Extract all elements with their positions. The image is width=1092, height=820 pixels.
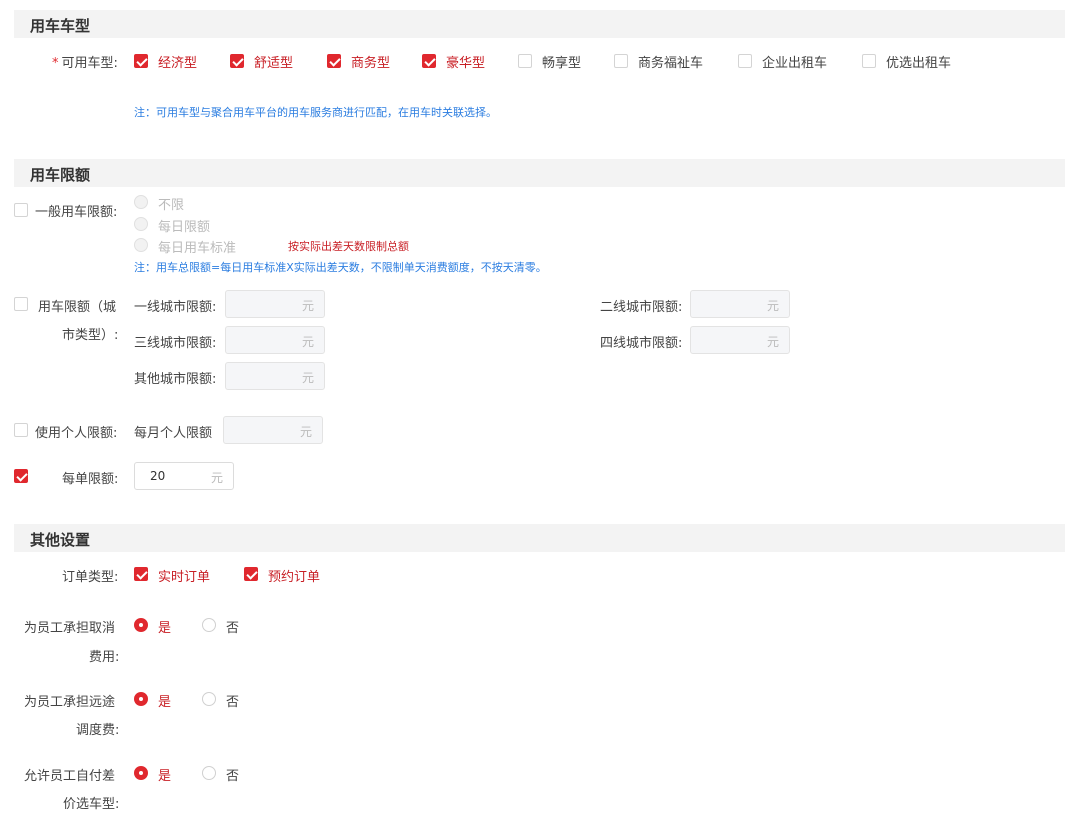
checkbox-comfort[interactable] [230,54,244,68]
radio-price-diff-no[interactable] [202,766,216,780]
radio-label: 是 [158,621,172,636]
unit-label: 元 [301,335,314,349]
other-city-label: 其他城市限额: [134,372,217,387]
vehicle-type-label: 企业出租车 [762,56,828,71]
price-diff-label: 允许员工自付差 [24,769,116,784]
order-type-option-label: 预约订单 [268,570,321,585]
tier4-input[interactable]: 元 [690,326,790,354]
tier3-input[interactable]: 元 [225,326,325,354]
vehicle-note: 注：可用车型与聚合用车平台的用车服务商进行匹配，在用车时关联选择。 [134,106,497,119]
unit-label: 元 [301,371,314,385]
checkbox-business-welfare[interactable] [614,54,628,68]
radio-daily-limit[interactable] [134,217,148,231]
checkbox-realtime-order[interactable] [134,567,148,581]
unit-label: 元 [766,335,779,349]
per-order-input[interactable]: 20 元 [134,462,234,490]
checkbox-personal-limit[interactable] [14,423,28,437]
dispatch-fee-label: 调度费: [76,723,120,738]
vehicle-type-label: 舒适型 [254,56,294,71]
unit-label: 元 [766,299,779,313]
vehicle-type-label: 畅享型 [542,56,582,71]
radio-label: 不限 [158,198,185,213]
per-order-value: 20 [150,469,166,483]
vehicle-type-label: 商务福祉车 [638,56,704,71]
required-mark: * [52,56,59,71]
tier1-label: 一线城市限额: [134,300,217,315]
city-limit-label: 用车限额（城 [38,300,117,315]
vehicle-type-label: 豪华型 [446,56,486,71]
section-title: 用车车型 [30,17,91,35]
radio-label: 每日用车标准 [158,241,237,256]
radio-cancel-fee-yes[interactable] [134,618,148,632]
radio-price-diff-yes[interactable] [134,766,148,780]
dispatch-fee-label: 为员工承担远途 [24,695,116,710]
tier2-label: 二线城市限额: [600,300,683,315]
tier4-label: 四线城市限额: [600,336,683,351]
radio-daily-standard[interactable] [134,238,148,252]
checkbox-per-order[interactable] [14,469,28,483]
vehicle-type-label: 优选出租车 [886,56,952,71]
radio-label: 否 [226,695,240,710]
section-header-limit: 用车限额 [14,159,1065,187]
radio-cancel-fee-no[interactable] [202,618,216,632]
radio-dispatch-fee-yes[interactable] [134,692,148,706]
checkbox-premium-taxi[interactable] [862,54,876,68]
section-header-other: 其他设置 [14,524,1065,552]
cancel-fee-label: 为员工承担取消 [24,621,116,636]
monthly-limit-label: 每月个人限额 [134,426,213,441]
checkbox-luxury[interactable] [422,54,436,68]
section-header-vehicle: 用车车型 [14,10,1065,38]
other-city-input[interactable]: 元 [225,362,325,390]
general-limit-note: 注：用车总限额=每日用车标准X实际出差天数，不限制单天消费额度，不按天清零。 [134,261,547,274]
tier2-input[interactable]: 元 [690,290,790,318]
vehicle-types-label: * 可用车型: [52,52,118,71]
radio-dispatch-fee-no[interactable] [202,692,216,706]
unit-label: 元 [301,299,314,313]
tier1-input[interactable]: 元 [225,290,325,318]
vehicle-label-text: 可用车型: [61,56,118,71]
radio-label: 是 [158,695,172,710]
vehicle-type-label: 经济型 [158,56,198,71]
radio-unlimited[interactable] [134,195,148,209]
radio-label: 每日限额 [158,220,211,235]
unit-label: 元 [210,471,223,485]
radio-label: 是 [158,769,172,784]
checkbox-enjoy[interactable] [518,54,532,68]
section-title: 其他设置 [30,531,91,549]
checkbox-enterprise-taxi[interactable] [738,54,752,68]
general-limit-label: 一般用车限额: [35,205,118,220]
checkbox-reserved-order[interactable] [244,567,258,581]
tier3-label: 三线城市限额: [134,336,217,351]
personal-limit-label: 使用个人限额: [35,426,118,441]
checkbox-city-limit[interactable] [14,297,28,311]
radio-label: 否 [226,621,240,636]
unit-label: 元 [299,425,312,439]
radio-label: 否 [226,769,240,784]
checkbox-business[interactable] [327,54,341,68]
checkbox-general-limit[interactable] [14,203,28,217]
per-order-label: 每单限额: [62,472,119,487]
checkbox-economy[interactable] [134,54,148,68]
daily-standard-note: 按实际出差天数限制总额 [288,240,409,253]
monthly-limit-input[interactable]: 元 [223,416,323,444]
vehicle-type-label: 商务型 [351,56,391,71]
cancel-fee-label: 费用: [89,650,120,665]
city-limit-label: 市类型）: [62,328,119,343]
section-title: 用车限额 [30,166,91,184]
order-type-label: 订单类型: [62,570,119,585]
price-diff-label: 价选车型: [63,797,120,812]
order-type-option-label: 实时订单 [158,570,211,585]
